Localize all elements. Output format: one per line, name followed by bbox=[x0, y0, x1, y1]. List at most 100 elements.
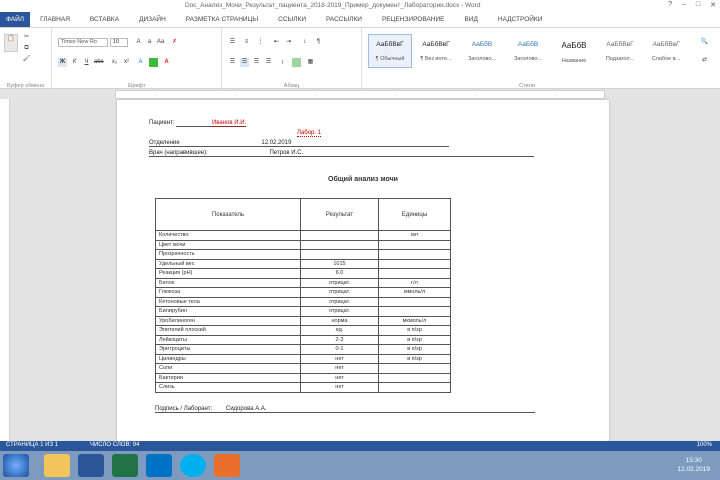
borders-icon[interactable]: ▦ bbox=[306, 58, 315, 67]
cell-parameter: Бактерии bbox=[155, 372, 301, 383]
tab-view[interactable]: ВИД bbox=[454, 12, 487, 27]
styles-group-label: Стили bbox=[519, 83, 535, 89]
skype-icon[interactable] bbox=[180, 454, 206, 477]
word-count[interactable]: ЧИСЛО СЛОВ: 94 bbox=[90, 442, 139, 448]
font-name-select[interactable]: Times New Ro bbox=[58, 38, 108, 47]
change-case-icon[interactable]: Aa bbox=[156, 38, 165, 47]
style-sample: АаБбВ bbox=[561, 41, 587, 50]
clear-format-icon[interactable]: ✗ bbox=[170, 38, 179, 47]
style-name: Слабое в... bbox=[651, 56, 681, 62]
decrease-indent-icon[interactable]: ⇤ bbox=[272, 38, 281, 47]
table-row: Эритроциты 0-1 в п/зр bbox=[155, 344, 451, 355]
zoom-level[interactable]: 100% bbox=[697, 442, 712, 448]
tab-insert[interactable]: ВСТАВКА bbox=[80, 12, 129, 27]
word-icon[interactable] bbox=[78, 454, 104, 477]
cell-units bbox=[378, 382, 451, 393]
tab-layout[interactable]: РАЗМЕТКА СТРАНИЦЫ bbox=[176, 12, 268, 27]
minimize-button[interactable]: – bbox=[682, 1, 686, 9]
align-left-icon[interactable]: ☰ bbox=[228, 58, 237, 67]
horizontal-ruler[interactable]: · · · · · · bbox=[115, 90, 605, 99]
strikethrough-icon[interactable]: abc bbox=[94, 58, 104, 67]
align-center-icon[interactable]: ☰ bbox=[240, 58, 249, 67]
replace-icon[interactable]: ⇄ bbox=[700, 56, 709, 65]
excel-icon[interactable] bbox=[112, 454, 138, 477]
close-button[interactable]: ✕ bbox=[710, 1, 716, 9]
page-indicator[interactable]: СТРАНИЦА 1 ИЗ 1 bbox=[6, 442, 58, 448]
table-row: Билирубин отрицат. bbox=[155, 306, 451, 317]
font-group-label: Шрифт bbox=[127, 83, 146, 89]
font-size-select[interactable]: 10 bbox=[110, 38, 128, 47]
tab-mailings[interactable]: РАССЫЛКИ bbox=[316, 12, 372, 27]
paste-icon[interactable]: 📋 bbox=[4, 34, 18, 52]
clock-date: 12.02.2019 bbox=[677, 466, 710, 473]
style-normal[interactable]: АаБбВвГ ¶ Обычный bbox=[368, 34, 412, 68]
cell-units: в п/зр bbox=[378, 353, 451, 364]
bullets-icon[interactable]: ☰ bbox=[228, 38, 237, 47]
start-button[interactable] bbox=[3, 454, 29, 477]
tab-addins[interactable]: НАДСТРОЙКИ bbox=[488, 12, 552, 27]
style-heading-1[interactable]: АаБбВ Заголово... bbox=[460, 34, 504, 68]
ruler-tick: · bbox=[236, 93, 238, 99]
justify-icon[interactable]: ☰ bbox=[264, 58, 273, 67]
tab-file[interactable]: ФАЙЛ bbox=[0, 12, 31, 27]
highlight-icon[interactable] bbox=[149, 58, 158, 67]
outlook-icon[interactable] bbox=[146, 454, 172, 477]
show-marks-icon[interactable]: ¶ bbox=[314, 38, 323, 47]
ruler-tick: · bbox=[156, 93, 158, 99]
folder-icon[interactable] bbox=[44, 454, 70, 477]
tab-design[interactable]: ДИЗАЙН bbox=[129, 12, 176, 27]
style-subtitle[interactable]: АаБбВвГ Подзагол... bbox=[598, 34, 642, 68]
table-row: Белок отрицат. г/л bbox=[155, 277, 451, 288]
cut-icon[interactable]: ✂ bbox=[22, 33, 31, 42]
cell-parameter: Слизь bbox=[155, 382, 301, 393]
shading-icon[interactable] bbox=[292, 58, 301, 67]
italic-icon[interactable]: К bbox=[70, 58, 79, 67]
table-row: Лейкоциты 2-3 в п/зр bbox=[155, 334, 451, 345]
shrink-font-icon[interactable]: a bbox=[145, 38, 154, 47]
font-color-icon[interactable]: A bbox=[162, 58, 171, 67]
ruler-tick: · bbox=[396, 93, 398, 99]
text-effects-icon[interactable]: A bbox=[136, 58, 145, 67]
underline-icon[interactable]: Ч bbox=[82, 58, 91, 67]
ruler-tick: · bbox=[316, 93, 318, 99]
subscript-icon[interactable]: x₂ bbox=[110, 58, 119, 67]
cell-parameter: Кетоновые тела bbox=[155, 296, 301, 307]
paragraph-group: ☰ ≡ ⋮ ⇤ ⇥ ↕ ¶ ☰ ☰ ☰ ☰ ↨ ▦ Абзац bbox=[222, 28, 362, 90]
patient-line: Пациент: Иванов И.И. bbox=[149, 120, 247, 127]
cell-parameter: Прозрачность bbox=[155, 249, 301, 260]
style-title[interactable]: АаБбВ Название bbox=[552, 34, 596, 68]
maximize-button[interactable]: □ bbox=[696, 1, 700, 9]
align-right-icon[interactable]: ☰ bbox=[252, 58, 261, 67]
style-heading-2[interactable]: АаБбВ Заголово... bbox=[506, 34, 550, 68]
style-subtle-emphasis[interactable]: АаБбВвГ Слабое в... bbox=[644, 34, 688, 68]
clipboard-group-label: Буфер обмена bbox=[6, 83, 45, 89]
table-row: Прозрачность bbox=[155, 249, 451, 260]
document-page[interactable]: Пациент: Иванов И.И. Лабор. 1 Отделение … bbox=[117, 100, 609, 442]
media-icon[interactable] bbox=[214, 454, 240, 477]
bold-icon[interactable]: Ж bbox=[58, 58, 67, 67]
cell-parameter: Цвет мочи bbox=[155, 239, 301, 250]
grow-font-icon[interactable]: A bbox=[134, 38, 143, 47]
line-spacing-icon[interactable]: ↨ bbox=[278, 58, 287, 67]
tab-review[interactable]: РЕЦЕНЗИРОВАНИЕ bbox=[372, 12, 455, 27]
cell-units: ммоль/л bbox=[378, 287, 451, 298]
tab-home[interactable]: ГЛАВНАЯ bbox=[30, 12, 80, 27]
find-icon[interactable]: 🔍 bbox=[700, 38, 709, 47]
cell-units: мкмоль/л bbox=[378, 315, 451, 326]
style-sample: АаБбВвГ bbox=[606, 41, 634, 48]
superscript-icon[interactable]: x² bbox=[122, 58, 131, 67]
tab-references[interactable]: ССЫЛКИ bbox=[268, 12, 316, 27]
table-row: Соли нет bbox=[155, 363, 451, 374]
cell-result bbox=[300, 239, 379, 250]
col-header-result: Результат bbox=[300, 198, 379, 231]
numbering-icon[interactable]: ≡ bbox=[242, 38, 251, 47]
sort-icon[interactable]: ↕ bbox=[300, 38, 309, 47]
help-button[interactable]: ? bbox=[668, 1, 672, 9]
format-painter-icon[interactable]: 🖌 bbox=[22, 55, 31, 64]
copy-icon[interactable]: ⧉ bbox=[22, 44, 31, 53]
multilevel-list-icon[interactable]: ⋮ bbox=[256, 38, 265, 47]
increase-indent-icon[interactable]: ⇥ bbox=[284, 38, 293, 47]
style-no-spacing[interactable]: АаБбВвГ ¶ Без инте... bbox=[414, 34, 458, 68]
system-clock[interactable]: 15:30 12.02.2019 bbox=[677, 456, 710, 474]
vertical-ruler[interactable] bbox=[0, 99, 10, 441]
